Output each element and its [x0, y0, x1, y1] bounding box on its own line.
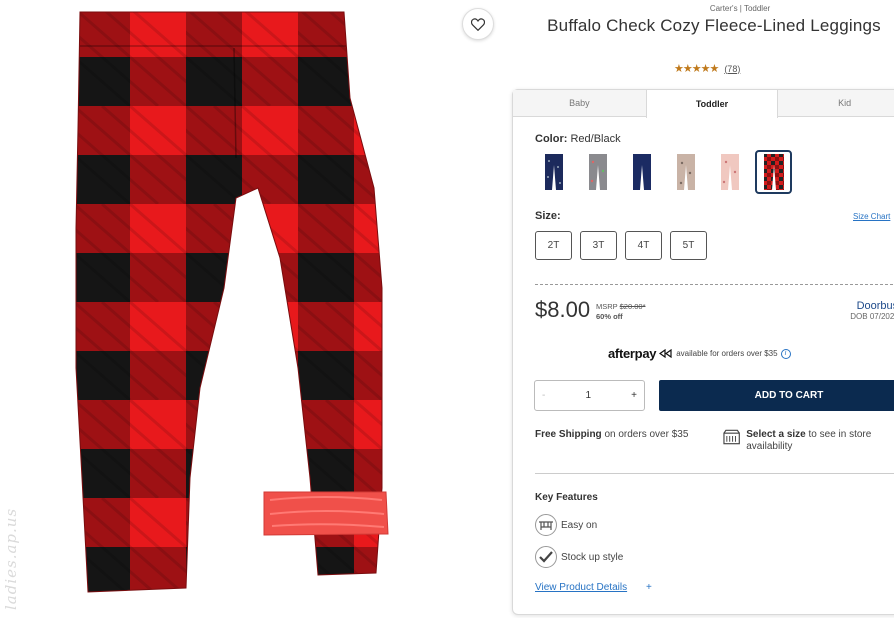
swatch-leggings-icon [720, 154, 739, 190]
afterpay-message: afterpay available for orders over $35 i [608, 346, 791, 361]
checkmark-icon [535, 546, 557, 568]
swatch-leggings-icon [588, 154, 607, 190]
dashed-divider [535, 284, 894, 285]
swatch-leggings-icon [763, 154, 784, 190]
msrp-label: MSRP [596, 302, 618, 311]
color-value: Red/Black [570, 133, 621, 145]
easy-on-icon [535, 514, 557, 536]
swatch-beige-print[interactable] [667, 150, 704, 194]
doorbuster-badge: Doorbuster DOB 07/2020 i [850, 300, 894, 323]
store-bold[interactable]: Select a size [746, 429, 805, 440]
doorbuster-date-row: DOB 07/2020 i [850, 312, 894, 323]
star-rating-icon: ★★★★★ [674, 63, 719, 75]
tab-baby[interactable]: Baby [513, 90, 646, 116]
feature-stock-up: Stock up style [535, 546, 623, 568]
size-option-3t[interactable]: 3T [580, 231, 617, 260]
purchase-panel: Baby Toddler Kid Color: Red/Black Size: … [512, 89, 894, 615]
afterpay-text: available for orders over $35 [676, 349, 778, 358]
afterpay-info-icon[interactable]: i [780, 348, 791, 359]
color-swatches [535, 150, 792, 194]
swatch-navy-print[interactable] [535, 150, 572, 194]
feature-easy-on: Easy on [535, 514, 597, 536]
doorbuster-date: DOB 07/2020 [850, 312, 894, 321]
image-watermark: ladies.ap.us [2, 507, 20, 610]
swatch-leggings-icon [544, 154, 563, 190]
size-option-2t[interactable]: 2T [535, 231, 572, 260]
quantity-stepper[interactable]: - 1 + [534, 380, 645, 411]
view-product-details-link[interactable]: View Product Details [535, 582, 627, 593]
swatch-leggings-icon [632, 154, 651, 190]
leggings-image [75, 11, 389, 593]
brand-breadcrumb: Carter's | Toddler [709, 4, 771, 13]
feature-label: Easy on [561, 519, 598, 531]
msrp-value: $20.00* [619, 302, 646, 311]
store-icon [723, 429, 740, 445]
size-option-5t[interactable]: 5T [670, 231, 707, 260]
swatch-pink-print[interactable] [711, 150, 748, 194]
color-selection-label: Color: Red/Black [535, 133, 621, 145]
store-availability-text: Select a size to see in store availabili… [746, 429, 894, 453]
swatch-leggings-icon [676, 154, 695, 190]
shipping-bold: Free Shipping [535, 429, 602, 440]
store-availability: Select a size to see in store availabili… [723, 429, 894, 453]
quantity-decrement-button[interactable]: - [542, 390, 545, 401]
free-shipping-text: Free Shipping on orders over $35 [535, 429, 688, 440]
rating: ★★★★★ (78) [674, 62, 740, 75]
msrp-info: MSRP $20.00* 60% off [596, 302, 646, 322]
size-label: Size: [535, 210, 561, 222]
expand-plus-icon[interactable]: + [646, 582, 652, 593]
key-features-title: Key Features [535, 492, 598, 503]
swatch-gray-print[interactable] [579, 150, 616, 194]
page-title: Buffalo Check Cozy Fleece-Lined Leggings [547, 16, 881, 35]
discount-text: 60% off [596, 312, 623, 321]
add-to-cart-button[interactable]: ADD TO CART [659, 380, 894, 411]
tab-kid[interactable]: Kid [778, 90, 894, 116]
afterpay-arrows-icon [659, 349, 672, 358]
size-options: 2T 3T 4T 5T [535, 231, 707, 260]
feature-label: Stock up style [561, 551, 624, 563]
wishlist-button[interactable] [462, 8, 494, 40]
swatch-navy[interactable] [623, 150, 660, 194]
size-range-tabs: Baby Toddler Kid [513, 90, 894, 118]
color-label: Color: [535, 133, 568, 145]
quantity-value[interactable]: 1 [585, 390, 591, 401]
swatch-red-black[interactable] [755, 150, 792, 194]
review-count-link[interactable]: (78) [724, 64, 740, 74]
product-image: ladies.ap.us [0, 0, 498, 618]
shipping-detail: on orders over $35 [601, 429, 689, 440]
afterpay-logo: afterpay [608, 346, 657, 361]
size-chart-link[interactable]: Size Chart [853, 212, 890, 221]
section-divider [535, 473, 894, 474]
size-option-4t[interactable]: 4T [625, 231, 662, 260]
heart-icon [471, 17, 485, 31]
doorbuster-title: Doorbuster [856, 300, 894, 312]
quantity-increment-button[interactable]: + [631, 390, 637, 401]
current-price: $8.00 [535, 297, 591, 322]
tab-toddler[interactable]: Toddler [645, 90, 779, 118]
